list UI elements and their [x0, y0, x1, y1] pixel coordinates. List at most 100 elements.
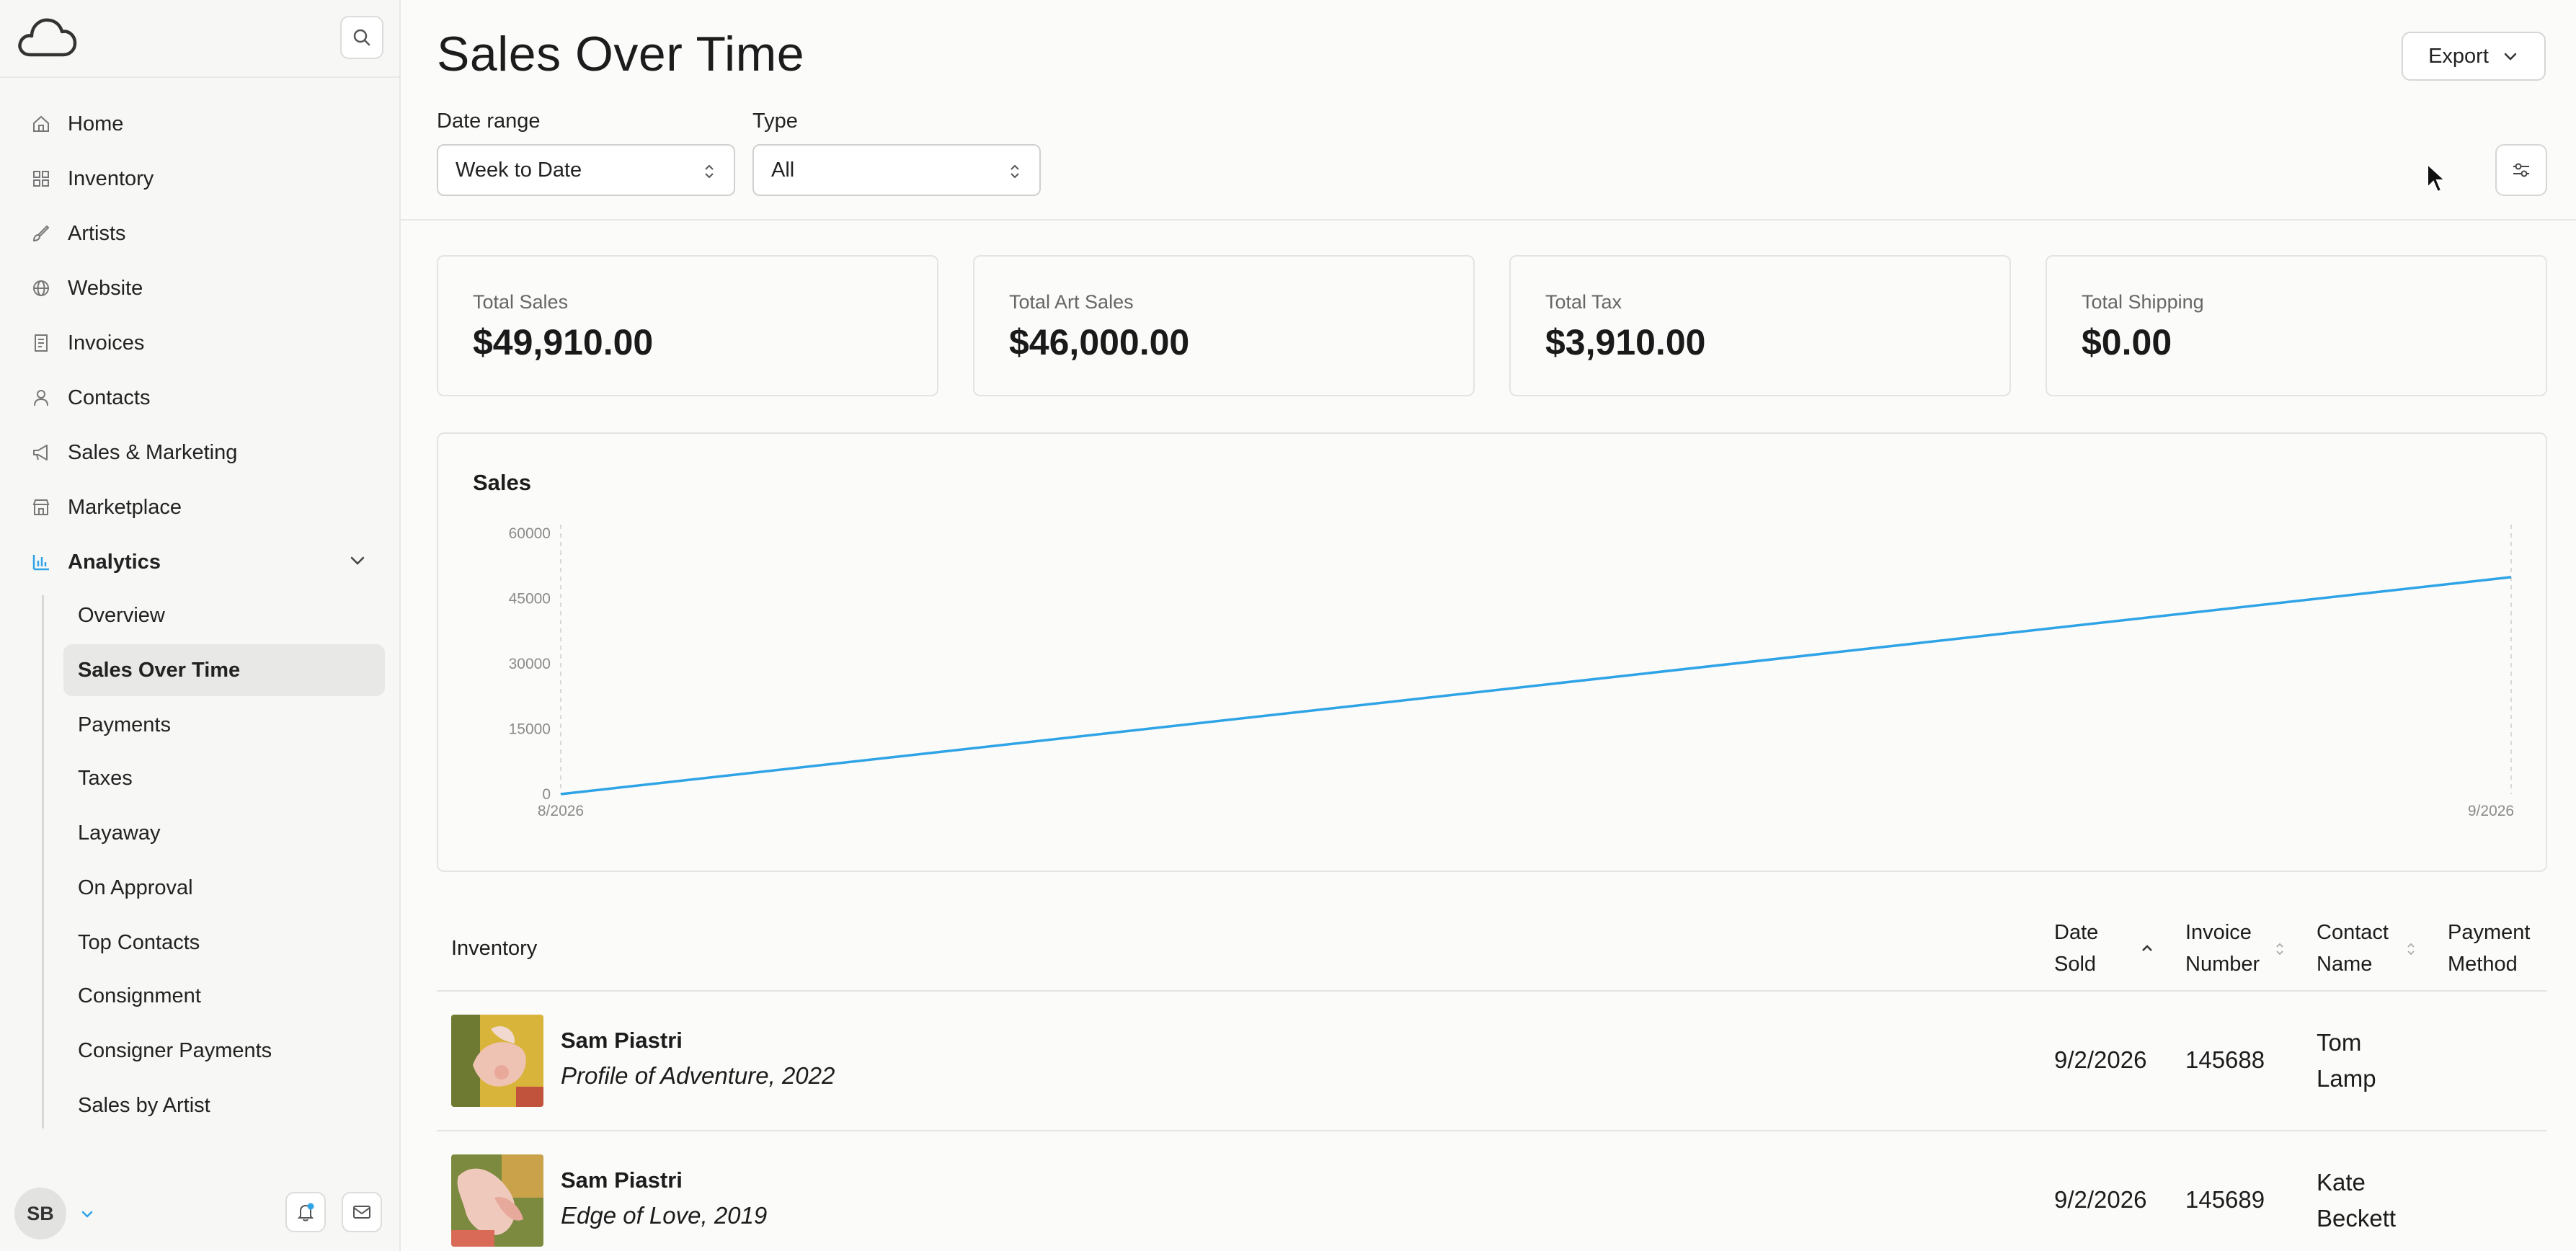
row-date-sold: 9/2/2026 [2054, 1186, 2147, 1213]
stat-value: $46,000.00 [1009, 322, 1190, 362]
sort-both-icon[interactable] [2273, 941, 2286, 957]
subnav-item-sales-over-time[interactable]: Sales Over Time [63, 644, 385, 696]
contact-last-name: Lamp [2317, 1065, 2376, 1092]
subnav-item-taxes[interactable]: Taxes [63, 752, 385, 804]
chart-ytick-label: 45000 [509, 591, 551, 607]
th-invoice-number[interactable]: Invoice Number [2185, 917, 2260, 980]
row-artwork-title[interactable]: Edge of Love, 2019 [561, 1202, 767, 1229]
sort-both-icon[interactable] [2404, 941, 2417, 957]
header-divider [401, 219, 2576, 221]
stat-label: Total Tax [1545, 291, 1622, 313]
subnav-label: Taxes [78, 766, 133, 790]
subnav-label: Consigner Payments [78, 1038, 272, 1062]
chevron-down-icon[interactable] [346, 549, 369, 572]
subnav-item-sales-by-artist[interactable]: Sales by Artist [63, 1079, 385, 1131]
sidebar-item-label: Contacts [68, 386, 151, 409]
th-label: Number [2185, 953, 2260, 976]
page-title: Sales Over Time [437, 27, 805, 81]
avatar-initials: SB [27, 1202, 54, 1224]
chart-xtick-label: 8/2026 [538, 803, 584, 819]
artwork-thumbnail[interactable] [451, 1154, 543, 1247]
contact-first-name: Kate [2317, 1169, 2366, 1196]
row-artwork-title[interactable]: Profile of Adventure, 2022 [561, 1062, 835, 1090]
stat-card-total-sales: Total Sales $49,910.00 [437, 255, 938, 396]
chevron-down-icon[interactable] [79, 1206, 95, 1222]
row-contact-name[interactable]: Kate Beckett [2317, 1165, 2396, 1237]
th-date-sold[interactable]: Date Sold [2054, 917, 2098, 980]
home-icon [29, 112, 53, 136]
sidebar-item-label: Analytics [68, 550, 161, 574]
filter-settings-button[interactable] [2495, 144, 2547, 196]
sort-ascending-icon[interactable] [2139, 941, 2155, 956]
search-button[interactable] [340, 16, 383, 59]
date-range-value: Week to Date [456, 158, 582, 182]
updown-chevron-icon [1011, 164, 1019, 179]
th-payment-method[interactable]: Payment Method [2448, 917, 2530, 980]
globe-icon [29, 276, 53, 300]
grid-icon [29, 166, 53, 191]
stat-value: $0.00 [2082, 322, 2172, 362]
type-label: Type [752, 110, 798, 133]
subnav-label: On Approval [78, 876, 193, 899]
sidebar-item-label: Home [68, 112, 124, 135]
notifications-button[interactable] [285, 1192, 326, 1232]
type-select[interactable]: All [752, 144, 1041, 196]
subnav-item-consigner-payments[interactable]: Consigner Payments [63, 1025, 385, 1077]
th-label: Invoice [2185, 921, 2252, 944]
chart-icon [29, 550, 53, 574]
sidebar-item-inventory[interactable]: Inventory [29, 159, 154, 199]
th-inventory: Inventory [451, 937, 538, 960]
sidebar-item-sales-marketing[interactable]: Sales & Marketing [29, 432, 237, 473]
contact-last-name: Beckett [2317, 1205, 2397, 1232]
subnav-item-payments[interactable]: Payments [63, 699, 385, 751]
sidebar-item-home[interactable]: Home [29, 104, 123, 144]
row-artist-name: Sam Piastri [561, 1028, 683, 1053]
subnav-item-top-contacts[interactable]: Top Contacts [63, 917, 385, 969]
cloud-logo-icon[interactable] [16, 14, 79, 61]
sidebar-item-artists[interactable]: Artists [29, 213, 126, 254]
th-label: Date [2054, 921, 2099, 944]
th-contact-name[interactable]: Contact Name [2317, 917, 2389, 980]
mail-icon [353, 1206, 370, 1219]
table-row-divider [437, 1130, 2547, 1131]
sidebar-item-website[interactable]: Website [29, 268, 143, 308]
subnav-label: Payments [78, 713, 171, 736]
chart-ytick-label: 15000 [509, 721, 551, 738]
subnav-label: Overview [78, 603, 165, 627]
row-invoice-number[interactable]: 145689 [2185, 1182, 2265, 1218]
sidebar-item-label: Artists [68, 221, 126, 245]
subnav-guide-line [42, 595, 44, 1128]
sidebar-item-contacts[interactable]: Contacts [29, 378, 150, 418]
row-invoice-number[interactable]: 145688 [2185, 1042, 2265, 1078]
stat-card-total-art-sales: Total Art Sales $46,000.00 [973, 255, 1475, 396]
stat-value: $49,910.00 [473, 322, 654, 362]
stat-label: Total Sales [473, 291, 569, 313]
user-icon [29, 386, 53, 410]
sidebar-item-analytics[interactable]: Analytics [29, 542, 161, 582]
bell-icon [297, 1203, 314, 1221]
chart-ytick-label: 60000 [509, 525, 551, 542]
artwork-thumbnail[interactable] [451, 1015, 543, 1107]
date-range-select[interactable]: Week to Date [437, 144, 735, 196]
sidebar-item-label: Invoices [68, 331, 145, 355]
th-label: Method [2448, 953, 2518, 976]
sidebar-divider [0, 76, 401, 78]
subnav-label: Top Contacts [78, 930, 200, 954]
store-icon [29, 495, 53, 520]
subnav-item-consignment[interactable]: Consignment [63, 970, 385, 1022]
megaphone-icon [29, 440, 53, 465]
sidebar-item-invoices[interactable]: Invoices [29, 323, 144, 363]
messages-button[interactable] [342, 1192, 382, 1232]
row-contact-name[interactable]: Tom Lamp [2317, 1025, 2376, 1097]
brush-icon [29, 221, 53, 246]
stat-value: $3,910.00 [1545, 322, 1706, 362]
sidebar-item-marketplace[interactable]: Marketplace [29, 487, 182, 527]
export-button[interactable]: Export [2402, 32, 2546, 81]
stat-label: Total Art Sales [1009, 291, 1134, 313]
sidebar-item-label: Sales & Marketing [68, 440, 238, 464]
subnav-item-overview[interactable]: Overview [63, 589, 385, 641]
subnav-item-on-approval[interactable]: On Approval [63, 862, 385, 914]
subnav-label: Consignment [78, 984, 201, 1007]
avatar[interactable]: SB [14, 1188, 66, 1239]
subnav-item-layaway[interactable]: Layaway [63, 807, 385, 859]
